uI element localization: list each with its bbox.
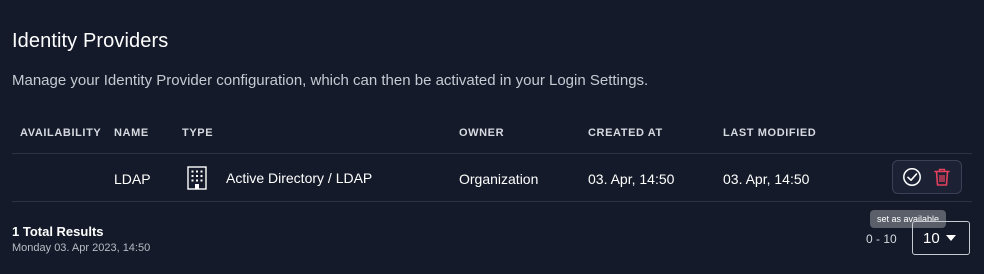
- set-available-button[interactable]: [899, 164, 925, 190]
- header-owner[interactable]: OWNER: [459, 127, 504, 139]
- table-header-row: AVAILABILITY NAME TYPE OWNER CREATED AT …: [12, 119, 972, 154]
- page-size-value: 10: [923, 229, 940, 247]
- header-availability[interactable]: AVAILABILITY: [20, 127, 101, 139]
- page-title: Identity Providers: [12, 30, 169, 52]
- delete-button[interactable]: [929, 164, 955, 190]
- cell-owner: Organization: [459, 171, 539, 187]
- cell-type: Active Directory / LDAP: [186, 166, 372, 190]
- trash-icon: [934, 168, 950, 186]
- check-circle-icon: [903, 168, 921, 186]
- row-actions: [892, 160, 962, 194]
- cell-last-modified: 03. Apr, 14:50: [723, 171, 810, 187]
- page-size-select[interactable]: 10: [912, 221, 970, 255]
- identity-providers-table: AVAILABILITY NAME TYPE OWNER CREATED AT …: [12, 119, 972, 202]
- header-created-at[interactable]: CREATED AT: [588, 127, 663, 139]
- building-icon: [187, 166, 207, 190]
- total-results: 1 Total Results: [12, 224, 104, 239]
- cell-created-at: 03. Apr, 14:50: [588, 171, 675, 187]
- header-last-modified[interactable]: LAST MODIFIED: [723, 127, 816, 139]
- cell-name: LDAP: [114, 171, 151, 187]
- results-timestamp: Monday 03. Apr 2023, 14:50: [12, 242, 151, 254]
- pagination-range: 0 - 10: [866, 232, 897, 246]
- header-type[interactable]: TYPE: [182, 127, 213, 139]
- cell-type-label: Active Directory / LDAP: [226, 170, 373, 186]
- table-row[interactable]: LDAP Active Directory / LDAP Organizatio…: [12, 154, 972, 202]
- page-description: Manage your Identity Provider configurat…: [12, 72, 649, 89]
- chevron-down-icon: [945, 235, 956, 241]
- header-name[interactable]: NAME: [114, 127, 149, 139]
